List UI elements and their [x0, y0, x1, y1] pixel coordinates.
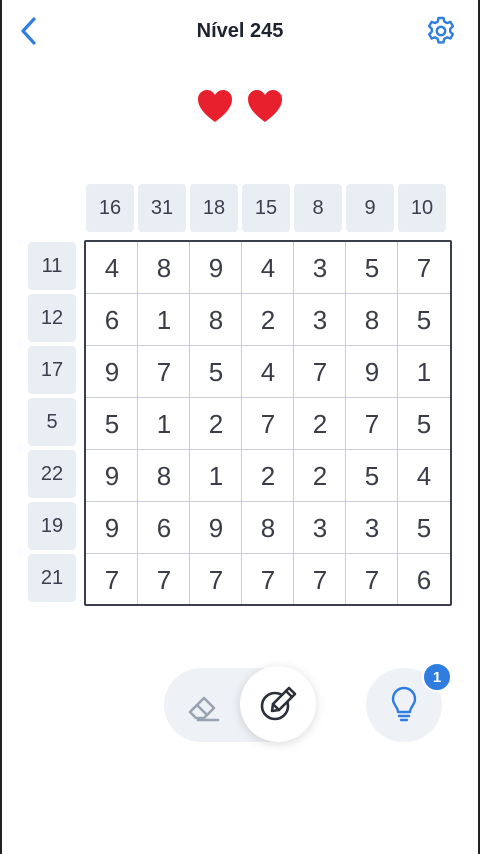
grid-cell[interactable]: 7 — [86, 554, 138, 606]
column-clue: 16 — [86, 184, 134, 232]
lightbulb-icon — [391, 686, 417, 722]
grid-cell[interactable]: 7 — [346, 398, 398, 450]
grid-cell[interactable]: 4 — [398, 450, 450, 502]
grid-cell[interactable]: 8 — [346, 294, 398, 346]
grid-cell[interactable]: 6 — [86, 294, 138, 346]
grid-cell[interactable]: 5 — [190, 346, 242, 398]
grid-cell[interactable]: 7 — [294, 554, 346, 606]
grid-cell[interactable]: 9 — [190, 502, 242, 554]
grid-cell[interactable]: 5 — [398, 502, 450, 554]
grid-cell[interactable]: 2 — [242, 450, 294, 502]
grid-cell[interactable]: 5 — [86, 398, 138, 450]
grid-cell[interactable]: 2 — [294, 398, 346, 450]
grid-cell[interactable]: 1 — [190, 450, 242, 502]
grid-cell[interactable]: 9 — [346, 346, 398, 398]
heart-icon — [198, 90, 232, 122]
lives — [0, 88, 480, 124]
column-clue: 9 — [346, 184, 394, 232]
grid-cell[interactable]: 3 — [294, 502, 346, 554]
grid-cell[interactable]: 7 — [190, 554, 242, 606]
grid-cell[interactable]: 4 — [242, 346, 294, 398]
column-clue: 10 — [398, 184, 446, 232]
grid-cell[interactable]: 6 — [398, 554, 450, 606]
column-clue: 15 — [242, 184, 290, 232]
heart-icon — [248, 90, 282, 122]
grid-cell[interactable]: 1 — [138, 398, 190, 450]
hint-count-badge: 1 — [422, 662, 452, 692]
grid-cell[interactable]: 7 — [242, 398, 294, 450]
grid-cell[interactable]: 9 — [190, 242, 242, 294]
row-clues: 11 12 17 5 22 19 21 — [28, 240, 76, 606]
row-clue: 11 — [28, 242, 76, 290]
grid-cell[interactable]: 5 — [398, 294, 450, 346]
grid-cell[interactable]: 5 — [346, 450, 398, 502]
grid-cell[interactable]: 8 — [138, 242, 190, 294]
column-clue: 8 — [294, 184, 342, 232]
grid-cell[interactable]: 9 — [86, 450, 138, 502]
column-clue: 18 — [190, 184, 238, 232]
column-clue: 31 — [138, 184, 186, 232]
grid-cell[interactable]: 7 — [138, 554, 190, 606]
settings-button[interactable] — [424, 14, 458, 48]
column-clues: 16 31 18 15 8 9 10 — [84, 184, 452, 232]
grid-cell[interactable]: 4 — [242, 242, 294, 294]
grid-cell[interactable]: 3 — [294, 242, 346, 294]
grid-cell[interactable]: 7 — [346, 554, 398, 606]
grid-cell[interactable]: 5 — [346, 242, 398, 294]
grid-cell[interactable]: 2 — [190, 398, 242, 450]
grid-cell[interactable]: 5 — [398, 398, 450, 450]
row-clue: 12 — [28, 294, 76, 342]
grid-cell[interactable]: 8 — [138, 450, 190, 502]
grid-cell[interactable]: 3 — [346, 502, 398, 554]
grid-cell[interactable]: 6 — [138, 502, 190, 554]
grid-cell[interactable]: 8 — [242, 502, 294, 554]
page-title: Nível 245 — [196, 20, 284, 42]
eraser-icon — [188, 696, 220, 722]
grid-cell[interactable]: 9 — [86, 502, 138, 554]
grid-cell[interactable]: 7 — [242, 554, 294, 606]
eraser-button[interactable] — [176, 678, 232, 734]
row-clue: 5 — [28, 398, 76, 446]
grid-cell[interactable]: 7 — [138, 346, 190, 398]
grid-cell[interactable]: 7 — [294, 346, 346, 398]
grid-cell[interactable]: 4 — [86, 242, 138, 294]
grid-cell[interactable]: 8 — [190, 294, 242, 346]
row-clue: 17 — [28, 346, 76, 394]
header: Nível 245 — [0, 0, 480, 64]
row-clue: 22 — [28, 450, 76, 498]
grid-cell[interactable]: 7 — [398, 242, 450, 294]
toolbar — [0, 664, 480, 744]
grid-cell[interactable]: 3 — [294, 294, 346, 346]
pencil-icon — [260, 686, 297, 721]
row-clue: 21 — [28, 554, 76, 602]
grid-cell[interactable]: 1 — [138, 294, 190, 346]
grid-cell[interactable]: 9 — [86, 346, 138, 398]
puzzle-grid: 4894357618238597547915127275981225496983… — [84, 240, 452, 606]
grid-cell[interactable]: 2 — [242, 294, 294, 346]
gear-icon — [427, 16, 455, 44]
grid-cell[interactable]: 2 — [294, 450, 346, 502]
grid-cell[interactable]: 1 — [398, 346, 450, 398]
pencil-button[interactable] — [240, 666, 316, 742]
row-clue: 19 — [28, 502, 76, 550]
